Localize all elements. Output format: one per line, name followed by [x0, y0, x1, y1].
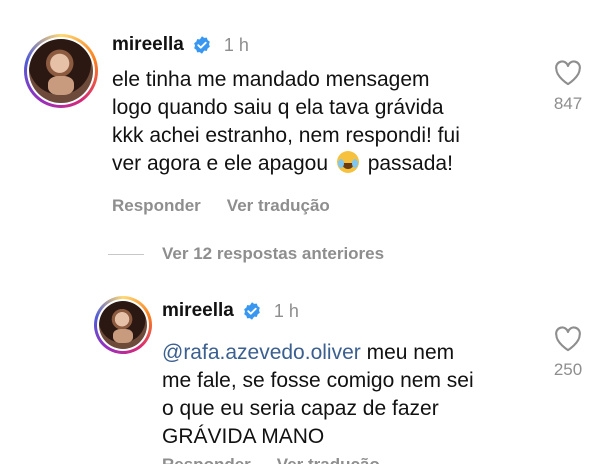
- verified-badge-icon: [193, 36, 210, 54]
- translate-button[interactable]: Ver tradução: [227, 196, 330, 216]
- timestamp: 1 h: [223, 34, 249, 55]
- like-count: 847: [553, 94, 583, 113]
- translate-button[interactable]: Ver tradução: [277, 455, 380, 464]
- divider-line: [108, 253, 144, 255]
- verified-badge-icon: [243, 302, 260, 320]
- comment-text: @rafa.azevedo.oliver meu nem me fale, se…: [162, 341, 474, 448]
- heart-icon[interactable]: [554, 326, 582, 352]
- heart-icon[interactable]: [554, 60, 582, 86]
- view-replies-label: Ver 12 respostas anteriores: [162, 244, 385, 263]
- like-count: 250: [553, 360, 583, 379]
- avatar[interactable]: [24, 34, 98, 108]
- timestamp: 1 h: [273, 300, 299, 321]
- face-with-tears-of-joy-icon: [336, 151, 359, 173]
- reply-button[interactable]: Responder: [112, 196, 201, 216]
- username[interactable]: mireella: [162, 300, 234, 322]
- comment-text: ele tinha me mandado mensagem logo quand…: [112, 68, 460, 175]
- view-previous-replies-button[interactable]: Ver 12 respostas anteriores: [108, 244, 384, 264]
- mention-link[interactable]: @rafa.azevedo.oliver: [162, 341, 361, 364]
- username[interactable]: mireella: [112, 34, 184, 56]
- reply-button[interactable]: Responder: [162, 455, 251, 464]
- avatar[interactable]: [94, 296, 152, 354]
